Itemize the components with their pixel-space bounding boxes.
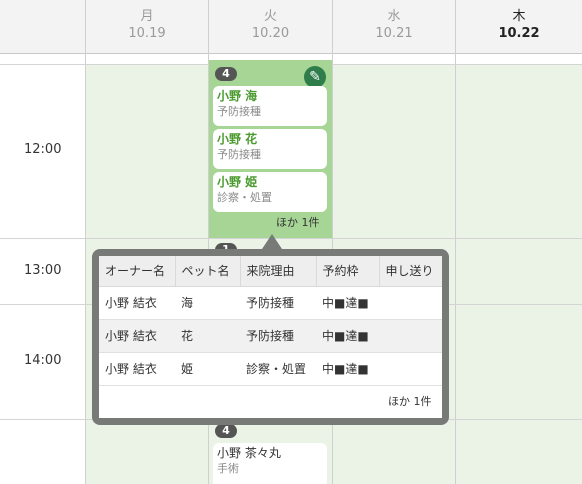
table-row[interactable]: 小野 結衣 花 予防接種 中■達■ [99, 319, 442, 353]
table-header-row: オーナー名 ペット名 来院理由 予約枠 申し送り [99, 256, 442, 287]
appointment-table: オーナー名 ペット名 来院理由 予約枠 申し送り 小野 結衣 海 予防接種 中■… [99, 256, 442, 386]
day-header-mon[interactable]: 月 10.19 [86, 0, 208, 54]
day-of-week: 月 [140, 9, 154, 24]
day-date: 10.21 [375, 26, 413, 41]
day-header-thu-today[interactable]: 木 10.22 [456, 0, 582, 54]
reason-cell: 予防接種 [240, 286, 316, 320]
day-date: 10.20 [251, 26, 290, 41]
appointment-card[interactable]: 小野 花 予防接種 [213, 129, 327, 169]
column-header-reason: 来院理由 [240, 256, 317, 287]
pet-name: 小野 花 [217, 132, 258, 146]
slot-cell: 中■達■ [316, 352, 379, 386]
table-row[interactable]: 小野 結衣 姫 診察・処置 中■達■ [99, 352, 442, 386]
pet-name: 小野 茶々丸 [217, 446, 281, 460]
column-header-slot: 予約枠 [316, 256, 380, 287]
note-cell [379, 286, 442, 320]
appointment-card[interactable]: 小野 茶々丸 手術 [213, 443, 327, 484]
owner-cell: 小野 結衣 [99, 319, 175, 353]
slot-cell: 中■達■ [316, 286, 379, 320]
pet-cell: 海 [175, 286, 240, 320]
more-appointments-link[interactable]: ほか 1件 [276, 216, 320, 229]
pencil-icon: ✎ [309, 69, 321, 85]
day-date: 10.22 [498, 26, 540, 41]
visit-reason: 予防接種 [217, 148, 261, 161]
day-column-thu[interactable] [456, 64, 582, 484]
time-label-13: 13:00 [24, 263, 62, 278]
slot-cell: 中■達■ [316, 319, 379, 353]
note-cell [379, 352, 442, 386]
popover-more-link[interactable]: ほか 1件 [388, 395, 432, 408]
pet-name: 小野 海 [217, 89, 258, 103]
pet-cell: 花 [175, 319, 240, 353]
pet-name: 小野 姫 [217, 175, 258, 189]
visit-reason: 診察・処置 [217, 191, 272, 204]
day-date: 10.19 [128, 26, 166, 41]
day-header-tue[interactable]: 火 10.20 [209, 0, 332, 54]
table-row[interactable]: 小野 結衣 海 予防接種 中■達■ [99, 286, 442, 320]
appointment-card[interactable]: 小野 海 予防接種 [213, 86, 327, 126]
owner-cell: 小野 結衣 [99, 352, 175, 386]
column-header-note: 申し送り [379, 256, 442, 287]
day-of-week: 水 [387, 9, 401, 24]
visit-reason: 予防接種 [217, 105, 261, 118]
column-header-owner: オーナー名 [99, 256, 176, 287]
day-header-row: 月 10.19 火 10.20 水 10.21 木 10.22 [0, 0, 582, 54]
day-of-week: 火 [263, 9, 277, 24]
edit-button[interactable]: ✎ [304, 66, 326, 88]
appointment-card[interactable]: 小野 姫 診察・処置 [213, 172, 327, 212]
pet-cell: 姫 [175, 352, 240, 386]
appointment-count-badge: 4 [215, 424, 237, 438]
owner-cell: 小野 結衣 [99, 286, 175, 320]
calendar-week-view: 月 10.19 火 10.20 水 10.21 木 10.22 12:00 13… [0, 0, 582, 484]
time-label-14: 14:00 [24, 353, 62, 368]
reason-cell: 予防接種 [240, 319, 316, 353]
note-cell [379, 319, 442, 353]
appointment-count-badge: 4 [215, 67, 237, 81]
reason-cell: 診察・処置 [240, 352, 316, 386]
popover-arrow [262, 234, 282, 249]
time-label-12: 12:00 [24, 142, 62, 157]
day-of-week: 木 [512, 9, 526, 24]
visit-reason: 手術 [217, 462, 239, 475]
hour-line [0, 238, 582, 239]
day-header-wed[interactable]: 水 10.21 [333, 0, 455, 54]
column-header-pet: ペット名 [175, 256, 241, 287]
